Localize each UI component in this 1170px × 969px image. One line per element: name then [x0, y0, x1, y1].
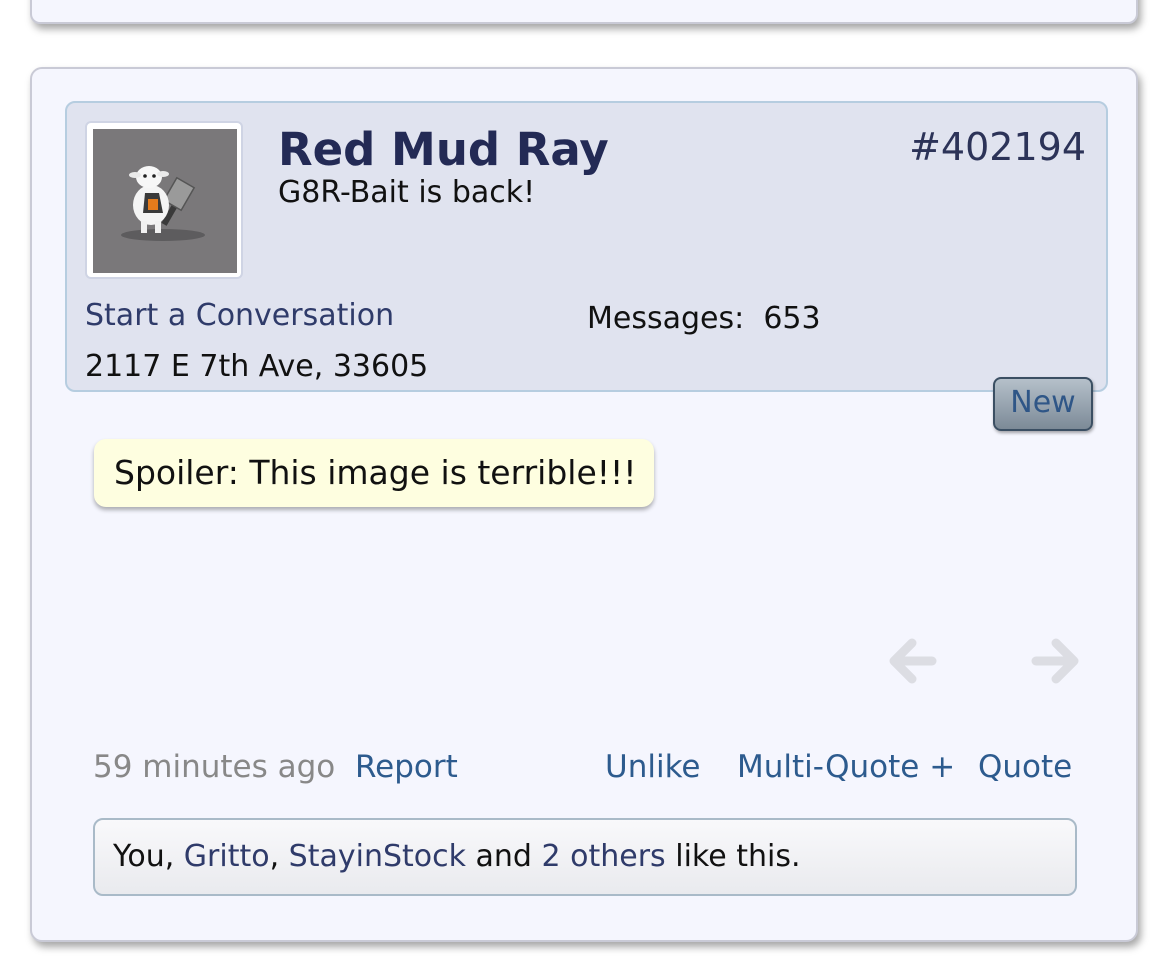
username[interactable]: Red Mud Ray	[278, 123, 609, 176]
quote-link[interactable]: Quote	[978, 749, 1072, 785]
messages-label: Messages:	[587, 301, 745, 336]
sheep-avatar-icon	[121, 166, 205, 241]
avatar-image	[93, 129, 237, 273]
likes-you: You	[113, 839, 165, 874]
new-badge: New	[993, 377, 1093, 431]
post-number[interactable]: #402194	[909, 125, 1086, 169]
start-conversation-link[interactable]: Start a Conversation	[85, 298, 394, 333]
post-card: Red Mud Ray G8R-Bait is back! #402194 St…	[30, 67, 1138, 942]
likes-suffix: like this.	[665, 839, 801, 874]
avatar[interactable]	[85, 121, 243, 279]
likes-others-link[interactable]: 2 others	[542, 839, 666, 874]
post-timestamp[interactable]: 59 minutes ago	[93, 749, 335, 785]
unlike-link[interactable]: Unlike	[605, 749, 700, 785]
user-location: 2117 E 7th Ave, 33605	[85, 349, 429, 384]
likes-separator: ,	[164, 839, 184, 874]
likes-and: and	[466, 839, 542, 874]
previous-post-card	[30, 0, 1138, 24]
user-title: G8R-Bait is back!	[278, 175, 536, 210]
messages-stat: Messages: 653	[587, 301, 821, 336]
multi-quote-link[interactable]: Multi-Quote +	[737, 749, 955, 785]
liker-link-stayinstock[interactable]: StayinStock	[289, 839, 466, 874]
likes-separator: ,	[269, 839, 289, 874]
arrow-left-icon[interactable]	[888, 637, 938, 685]
likes-summary: You, Gritto, StayinStock and 2 others li…	[93, 818, 1077, 896]
user-info-block: Red Mud Ray G8R-Bait is back! #402194 St…	[65, 101, 1108, 392]
report-link[interactable]: Report	[355, 749, 458, 785]
messages-count: 653	[763, 301, 821, 336]
spoiler-button[interactable]: Spoiler: This image is terrible!!!	[94, 439, 654, 507]
liker-link-gritto[interactable]: Gritto	[184, 839, 270, 874]
arrow-right-icon[interactable]	[1030, 637, 1080, 685]
